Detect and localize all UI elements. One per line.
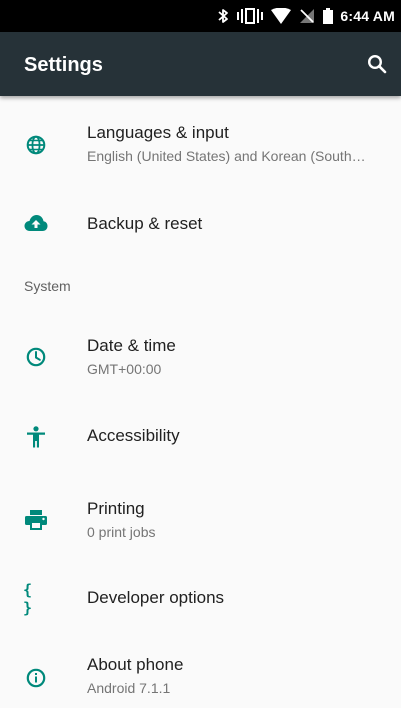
settings-item-backup[interactable]: Backup & reset bbox=[0, 194, 401, 252]
item-title: About phone bbox=[87, 655, 184, 674]
item-title: Date & time bbox=[87, 336, 176, 355]
cloud-upload-icon bbox=[23, 210, 49, 236]
item-subtitle: Android 7.1.1 bbox=[87, 680, 171, 696]
item-subtitle: GMT+00:00 bbox=[87, 361, 162, 377]
settings-item-languages[interactable]: Languages & input English (United States… bbox=[0, 108, 401, 176]
section-header-system: System bbox=[24, 278, 71, 294]
app-toolbar: Settings bbox=[0, 32, 401, 96]
status-bar: 6:44 AM bbox=[0, 0, 401, 32]
search-icon bbox=[367, 54, 387, 74]
status-time: 6:44 AM bbox=[340, 8, 395, 24]
settings-item-date-time[interactable]: Date & time GMT+00:00 bbox=[0, 324, 401, 390]
item-title: Languages & input bbox=[87, 123, 229, 142]
settings-item-developer-options[interactable]: { } Developer options bbox=[0, 572, 401, 628]
clock-icon bbox=[23, 344, 49, 370]
item-subtitle: English (United States) and Korean (Sout… bbox=[87, 148, 366, 164]
wifi-icon bbox=[271, 8, 292, 24]
vibrate-icon bbox=[237, 8, 264, 24]
settings-item-printing[interactable]: Printing 0 print jobs bbox=[0, 486, 401, 552]
no-sim-icon bbox=[299, 8, 315, 24]
bluetooth-icon bbox=[217, 8, 229, 24]
item-title: Developer options bbox=[87, 588, 225, 607]
globe-icon bbox=[23, 132, 49, 158]
search-button[interactable] bbox=[363, 50, 391, 78]
page-title: Settings bbox=[24, 54, 103, 76]
settings-item-about-phone[interactable]: About phone Android 7.1.1 bbox=[0, 642, 401, 708]
accessibility-icon bbox=[23, 424, 49, 450]
item-subtitle: 0 print jobs bbox=[87, 524, 156, 540]
printer-icon bbox=[23, 507, 49, 533]
info-icon bbox=[23, 665, 49, 691]
item-title: Printing bbox=[87, 499, 145, 518]
item-title: Accessibility bbox=[87, 426, 180, 445]
item-title: Backup & reset bbox=[87, 214, 203, 233]
braces-icon: { } bbox=[23, 581, 34, 617]
battery-icon bbox=[323, 8, 334, 24]
settings-item-accessibility[interactable]: Accessibility bbox=[0, 410, 401, 466]
